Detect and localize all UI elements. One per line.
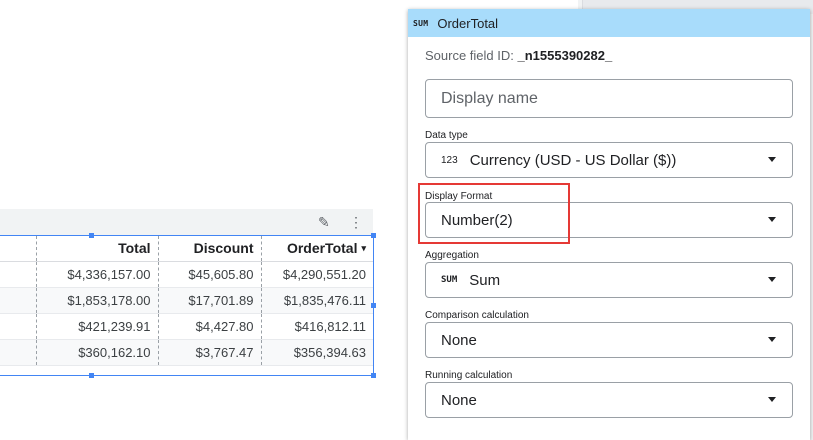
display-name-input[interactable] [425,79,793,118]
resize-handle-bottom[interactable] [89,373,94,378]
source-field-id: _n1555390282_ [517,48,613,63]
edit-icon[interactable]: ✎ [318,212,330,232]
aggregation-label: Aggregation [425,250,479,261]
comparison-calculation-label: Comparison calculation [425,310,529,321]
source-field-label: Source field ID: [425,48,514,63]
chevron-down-icon [768,217,776,222]
resize-handle-bottom-right[interactable] [371,373,376,378]
resize-handle-top[interactable] [89,233,94,238]
data-type-label: Data type [425,130,468,141]
field-name-title: OrderTotal [437,15,499,31]
aggregation-select[interactable]: SUM Sum [425,262,793,298]
chevron-down-icon [768,337,776,342]
chevron-down-icon [768,397,776,402]
display-format-highlight [418,183,570,244]
chevron-down-icon [768,277,776,282]
running-calculation-select[interactable]: None [425,382,793,418]
source-field-line: Source field ID: _n1555390282_ [425,48,612,63]
resize-handle-right[interactable] [371,303,376,308]
chevron-down-icon [768,157,776,162]
comparison-calculation-value: None [441,331,477,349]
sum-icon: SUM [441,275,458,285]
running-calculation-label: Running calculation [425,370,513,381]
data-type-select[interactable]: 123 Currency (USD - US Dollar ($)) [425,142,793,178]
data-type-value: Currency (USD - US Dollar ($)) [469,151,677,169]
running-calculation-value: None [441,391,477,409]
aggregation-type-icon: SUM [413,18,429,28]
aggregation-value: Sum [469,271,501,289]
panel-header: SUM OrderTotal [408,9,810,37]
more-options-icon[interactable]: ⋮ [349,212,363,232]
table-selection-frame [0,235,374,376]
resize-handle-top-right[interactable] [371,233,376,238]
number-type-icon: 123 [441,154,458,166]
comparison-calculation-select[interactable]: None [425,322,793,358]
